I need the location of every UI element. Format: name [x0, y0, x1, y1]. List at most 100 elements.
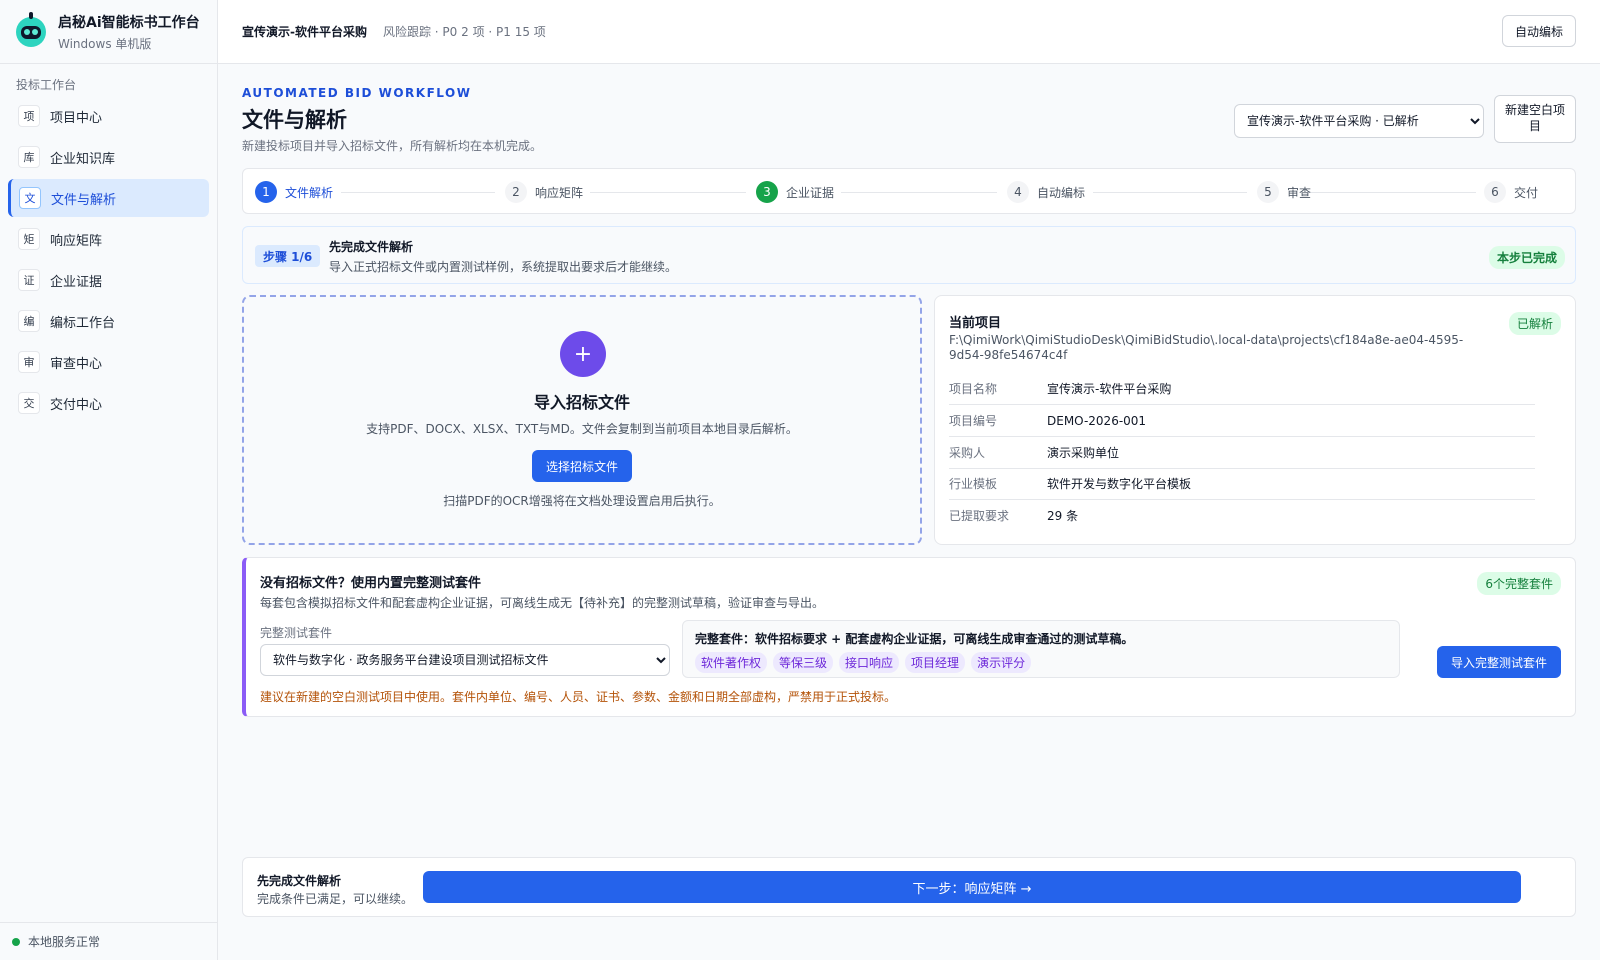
step-number: 2 [505, 181, 527, 203]
sidebar-item-knowledge-base[interactable]: 库 企业知识库 [8, 138, 209, 176]
app-subtitle: Windows 单机版 [58, 36, 152, 51]
step-label: 审查 [1287, 185, 1312, 200]
field-label: 已提取要求 [949, 508, 1010, 523]
project-path: F:\QimiWork\QimiStudioDesk\QimiBidStudio… [949, 333, 1464, 362]
sidebar-item-label: 编标工作台 [50, 315, 116, 331]
suite-summary-box: 完整套件：软件招标要求 + 配套虚构企业证据，可离线生成审查通过的测试草稿。 软… [682, 620, 1400, 678]
robot-logo-icon [16, 11, 46, 47]
parsed-status-badge: 已解析 [1508, 312, 1561, 335]
brand: 启秘Ai智能标书工作台 Windows 单机版 [0, 0, 217, 64]
step-label: 自动编标 [1037, 185, 1086, 200]
field-row-extracted-requirements: 已提取要求 29 条 [949, 499, 1535, 531]
suite-tag: 项目经理 [905, 652, 966, 673]
review-icon: 审 [18, 351, 40, 373]
sidebar-item-label: 响应矩阵 [50, 233, 103, 249]
app-title: 启秘Ai智能标书工作台 [58, 14, 200, 31]
suite-summary-title: 完整套件：软件招标要求 + 配套虚构企业证据，可离线生成审查通过的测试草稿。 [695, 632, 1134, 646]
sidebar-item-evidence[interactable]: 证 企业证据 [8, 261, 209, 299]
field-label: 项目编号 [949, 414, 998, 428]
step-label: 企业证据 [786, 185, 835, 200]
plus-icon[interactable]: + [560, 331, 606, 377]
sidebar-item-label: 交付中心 [50, 397, 103, 413]
suite-select[interactable]: 软件与数字化 · 政务服务平台建设项目测试招标文件 [260, 644, 670, 676]
current-project-title: 当前项目 [949, 316, 1002, 331]
nav-group-label: 投标工作台 [16, 78, 77, 92]
step-number: 5 [1257, 181, 1279, 203]
test-suite-panel: 没有招标文件？使用内置完整测试套件 每套包含模拟招标文件和配套虚构企业证据，可离… [242, 557, 1576, 717]
field-row-purchaser: 采购人 演示采购单位 [949, 437, 1535, 469]
step-auto-bid[interactable]: 4 自动编标 [1007, 169, 1085, 215]
matrix-icon: 矩 [18, 228, 40, 250]
sidebar-item-response-matrix[interactable]: 矩 响应矩阵 [8, 220, 209, 258]
suite-select-label: 完整测试套件 [260, 626, 333, 640]
sidebar-item-editor[interactable]: 编 编标工作台 [8, 302, 209, 340]
step-delivery[interactable]: 6 交付 [1484, 169, 1538, 215]
field-label: 项目名称 [949, 382, 998, 396]
suite-tag: 软件著作权 [695, 652, 768, 673]
field-value: 宣传演示-软件平台采购 [1047, 382, 1172, 396]
suite-warning: 建议在新建的空白测试项目中使用。套件内单位、编号、人员、证书、参数、金额和日期全… [260, 690, 897, 704]
bottom-action-bar: 先完成文件解析 完成条件已满足，可以继续。 下一步：响应矩阵 → [242, 857, 1576, 917]
sidebar-item-label: 文件与解析 [51, 192, 117, 208]
page-eyebrow: AUTOMATED BID WORKFLOW [242, 86, 472, 100]
step-number: 1 [255, 181, 277, 203]
dropzone-ocr-note: 扫描PDF的OCR增强将在文档处理设置启用后执行。 [443, 494, 721, 508]
field-row-project-code: 项目编号 DEMO-2026-001 [949, 405, 1535, 437]
file-dropzone[interactable]: + 导入招标文件 支持PDF、DOCX、XLSX、TXT与MD。文件会复制到当前… [242, 295, 922, 545]
bottom-title: 先完成文件解析 [257, 874, 342, 888]
main-content: AUTOMATED BID WORKFLOW 文件与解析 新建投标项目并导入招标… [242, 64, 1576, 960]
current-project-card: 当前项目 已解析 F:\QimiWork\QimiStudioDesk\Qimi… [934, 295, 1576, 545]
field-label: 采购人 [949, 446, 986, 460]
step-number: 4 [1007, 181, 1029, 203]
status-dot-icon [12, 937, 20, 946]
step-label: 响应矩阵 [535, 185, 584, 200]
select-tender-file-button[interactable]: 选择招标文件 [532, 450, 632, 482]
next-step-button[interactable]: 下一步：响应矩阵 → [423, 871, 1521, 903]
sidebar-item-label: 企业证据 [50, 274, 103, 290]
step-number: 3 [756, 181, 778, 203]
workflow-stepper: 1 文件解析 2 响应矩阵 3 企业证据 4 自动编标 5 审查 6 交付 [242, 168, 1576, 214]
field-row-project-name: 项目名称 宣传演示-软件平台采购 [949, 373, 1535, 405]
suite-count-badge: 6个完整套件 [1477, 572, 1561, 595]
field-value: DEMO-2026-001 [1047, 413, 1147, 428]
sidebar: 启秘Ai智能标书工作台 Windows 单机版 投标工作台 项 项目中心 库 企… [0, 0, 218, 960]
sidebar-item-files-parsing[interactable]: 文 文件与解析 [8, 179, 209, 217]
risk-summary: 风险跟踪 · P0 2 项 · P1 15 项 [382, 25, 546, 39]
field-value: 29 条 [1047, 508, 1079, 523]
step-info-banner: 步骤 1/6 先完成文件解析 导入正式招标文件或内置测试样例，系统提取出要求后才… [242, 226, 1576, 284]
step-info-title: 先完成文件解析 [329, 240, 414, 254]
suite-tag: 演示评分 [971, 652, 1032, 673]
field-label: 行业模板 [949, 477, 998, 491]
new-blank-project-button[interactable]: 新建空白项目 [1494, 95, 1576, 143]
suite-tag: 接口响应 [839, 652, 900, 673]
dropzone-title: 导入招标文件 [533, 393, 630, 412]
step-review[interactable]: 5 审查 [1257, 169, 1311, 215]
document-icon: 文 [19, 187, 41, 209]
step-info-description: 导入正式招标文件或内置测试样例，系统提取出要求后才能继续。 [329, 260, 678, 274]
edit-icon: 编 [18, 310, 40, 332]
step-number: 6 [1484, 181, 1506, 203]
field-value: 演示采购单位 [1047, 446, 1120, 460]
auto-bid-button[interactable]: 自动编标 [1502, 15, 1576, 47]
step-label: 文件解析 [285, 185, 334, 200]
field-value: 软件开发与数字化平台模板 [1047, 477, 1192, 491]
field-row-industry-template: 行业模板 软件开发与数字化平台模板 [949, 468, 1535, 500]
dropzone-description: 支持PDF、DOCX、XLSX、TXT与MD。文件会复制到当前项目本地目录后解析… [366, 422, 798, 436]
step-status-badge: 本步已完成 [1488, 246, 1565, 269]
step-evidence[interactable]: 3 企业证据 [756, 169, 834, 215]
page-description: 新建投标项目并导入招标文件，所有解析均在本机完成。 [242, 139, 543, 153]
step-response-matrix[interactable]: 2 响应矩阵 [505, 169, 583, 215]
step-label: 交付 [1514, 185, 1539, 200]
project-select[interactable]: 宣传演示-软件平台采购 · 已解析 [1234, 104, 1484, 138]
sidebar-item-review[interactable]: 审 审查中心 [8, 343, 209, 381]
import-test-suite-button[interactable]: 导入完整测试套件 [1437, 646, 1561, 678]
sidebar-item-label: 企业知识库 [50, 151, 116, 167]
step-file-parsing[interactable]: 1 文件解析 [255, 169, 333, 215]
delivery-icon: 交 [18, 392, 40, 414]
test-suite-title: 没有招标文件？使用内置完整测试套件 [260, 576, 482, 591]
project-title: 宣传演示-软件平台采购 [242, 25, 367, 39]
sidebar-item-delivery[interactable]: 交 交付中心 [8, 384, 209, 422]
library-icon: 库 [18, 146, 40, 168]
sidebar-item-project-center[interactable]: 项 项目中心 [8, 97, 209, 135]
step-badge: 步骤 1/6 [255, 245, 321, 267]
